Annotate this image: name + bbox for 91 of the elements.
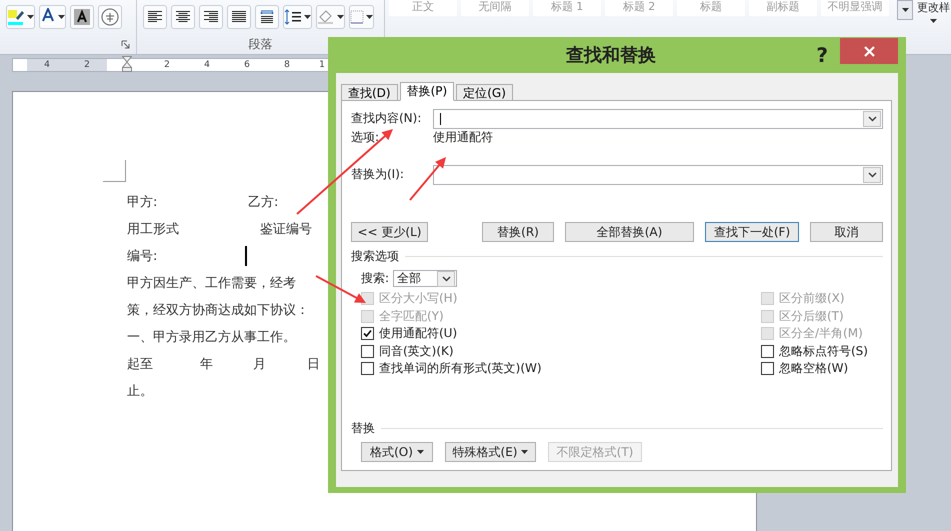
dialog-tab[interactable]: 定位(G) xyxy=(456,84,513,101)
checkbox-option[interactable]: 忽略空格(W) xyxy=(761,360,879,378)
crop-mark xyxy=(103,160,126,182)
ruler-number: 2 xyxy=(67,59,107,72)
change-styles-button[interactable]: 更改样 xyxy=(917,0,950,15)
dropdown-icon[interactable] xyxy=(863,110,881,126)
field-label: 替换为(I): xyxy=(351,166,405,183)
document-text: 甲方因生产、工作需要，经考 xyxy=(127,274,296,292)
border-icon xyxy=(350,10,364,24)
ruler-number: 4 xyxy=(27,59,67,72)
document-text: 用工形式 xyxy=(127,220,180,238)
dialog-button[interactable]: 取消 xyxy=(810,222,883,242)
character-shading-tool[interactable] xyxy=(70,5,94,29)
caret-icon xyxy=(27,15,34,19)
document-text: 甲方: xyxy=(127,194,158,210)
ruler-number: 6 xyxy=(243,59,251,72)
field-label: 选项: xyxy=(351,129,380,146)
document-text: 乙方: xyxy=(248,194,278,210)
line-spacing-icon xyxy=(284,9,302,25)
dropdown-icon[interactable] xyxy=(863,166,881,182)
highlighter-icon xyxy=(7,8,25,26)
align-icon xyxy=(232,11,246,23)
align-tool[interactable] xyxy=(143,5,167,29)
align-icon xyxy=(176,11,190,23)
dialog-button[interactable]: << 更少(L) xyxy=(351,222,428,242)
format-button[interactable]: 格式(O) xyxy=(361,442,433,462)
dialog-button[interactable]: 替换(R) xyxy=(482,222,554,242)
replace-field[interactable] xyxy=(433,164,883,184)
checkbox-option[interactable]: 忽略标点符号(S) xyxy=(761,342,879,360)
options-value: 使用通配符 xyxy=(433,129,493,146)
section-title: 替换 xyxy=(351,420,375,437)
document-text: 日 xyxy=(307,356,320,372)
dropdown-icon[interactable] xyxy=(437,270,456,286)
document-text: 策，经双方协商达成如下协议： xyxy=(127,302,309,318)
document-text: 起至 xyxy=(127,356,154,372)
document-text: 一、甲方录用乙方从事工作。 xyxy=(127,328,296,346)
checkbox-option[interactable]: 同音(英文)(K) xyxy=(361,342,542,360)
text-cursor xyxy=(245,246,248,266)
dialog-tab[interactable]: 查找(D) xyxy=(341,84,398,101)
align-tool[interactable] xyxy=(199,5,223,29)
ruler-number: 2 xyxy=(163,59,171,72)
close-icon xyxy=(864,46,874,56)
dialog-launcher-icon[interactable] xyxy=(121,40,130,49)
dialog-button[interactable]: 全部替换(A) xyxy=(565,222,694,242)
caret-icon xyxy=(366,15,373,19)
group-label: 段落 xyxy=(248,36,274,53)
checkmark-icon xyxy=(363,329,372,338)
ruler-number: 4 xyxy=(203,59,211,72)
checkbox-option[interactable]: 查找单词的所有形式(英文)(W) xyxy=(361,360,542,378)
ruler-number: 1 xyxy=(318,59,326,72)
distribute-tool[interactable] xyxy=(255,5,279,29)
ruler-number: 8 xyxy=(283,59,291,72)
annotation-arrow xyxy=(409,157,446,201)
search-direction-select[interactable]: 全部 xyxy=(393,270,458,287)
close-button[interactable] xyxy=(840,38,898,64)
document-text: 编号: xyxy=(127,248,158,264)
dialog-tab[interactable]: 替换(P) xyxy=(400,82,454,101)
caret-icon xyxy=(930,19,937,23)
gallery-scroll-button[interactable] xyxy=(897,0,913,20)
checkbox-option[interactable]: 使用通配符(U) xyxy=(361,325,542,342)
caret-icon xyxy=(58,15,65,19)
align-icon xyxy=(148,11,162,23)
document-text: 月 xyxy=(253,356,267,372)
letter-a-icon xyxy=(74,9,90,25)
caret-icon xyxy=(416,450,424,454)
line-spacing-tool[interactable] xyxy=(283,5,312,29)
caret-icon xyxy=(521,450,528,454)
caret-icon xyxy=(304,15,311,19)
field-label: 查找内容(N): xyxy=(351,110,422,127)
align-tool[interactable] xyxy=(171,5,195,29)
dialog-button[interactable]: 查找下一处(F) xyxy=(705,222,799,242)
circled-character-icon xyxy=(101,8,119,26)
caret-icon xyxy=(337,15,344,19)
document-text: 鉴证编号 xyxy=(260,220,312,238)
document-text: 止。 xyxy=(127,382,153,400)
font-color-tool[interactable] xyxy=(39,5,66,29)
help-button[interactable]: ? xyxy=(816,43,828,67)
enclose-character-tool[interactable] xyxy=(98,5,122,29)
highlight-tool[interactable] xyxy=(6,5,35,29)
document-text: 年 xyxy=(200,356,214,372)
align-icon xyxy=(204,11,218,23)
indent-marker-icon xyxy=(122,56,132,72)
distribute-icon xyxy=(260,10,274,24)
caret-icon xyxy=(902,8,908,12)
field-label: 搜索: xyxy=(361,270,390,287)
align-tool[interactable] xyxy=(227,5,251,29)
section-title: 搜索选项 xyxy=(351,248,399,265)
borders-tool[interactable] xyxy=(349,5,374,29)
find-field[interactable] xyxy=(433,108,883,128)
dialog-title: 查找和替换 xyxy=(564,44,658,67)
format-button[interactable]: 特殊格式(E) xyxy=(445,442,536,462)
